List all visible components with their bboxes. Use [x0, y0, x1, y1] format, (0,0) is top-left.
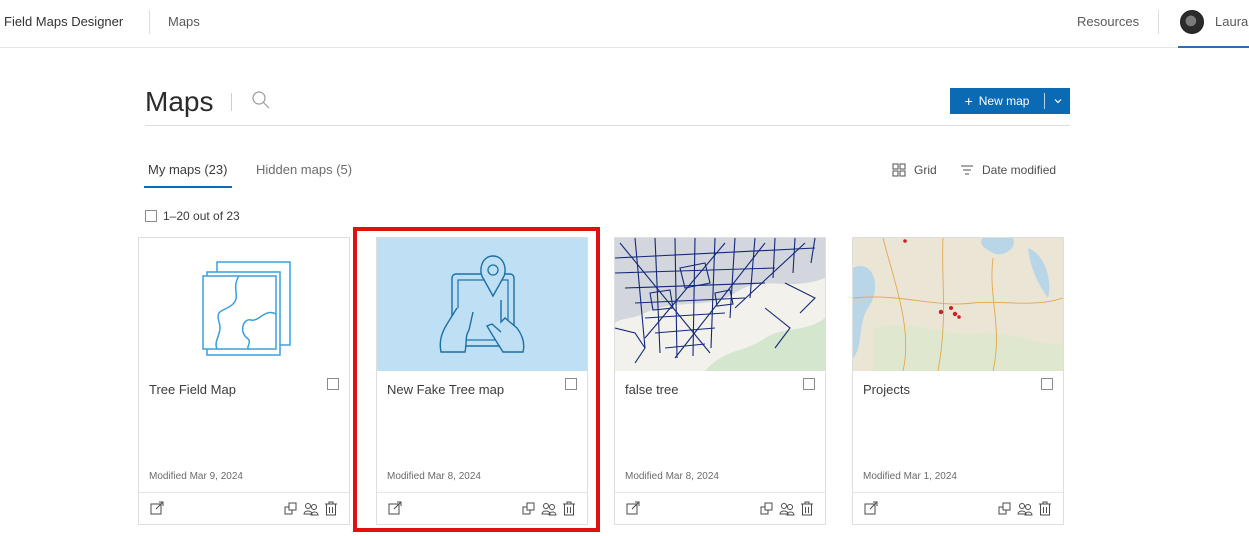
sort-dropdown[interactable]: Date modified	[960, 163, 1056, 177]
basemap-with-points	[853, 238, 1063, 371]
open-external-icon[interactable]	[863, 501, 879, 517]
chevron-down-icon	[1054, 99, 1061, 104]
card-modified-date: Modified Mar 8, 2024	[625, 471, 719, 482]
sort-label: Date modified	[982, 163, 1057, 177]
card-checkbox[interactable]	[803, 378, 815, 390]
title-divider	[231, 93, 232, 111]
card-modified-date: Modified Mar 9, 2024	[149, 471, 243, 482]
street-network-map	[615, 238, 825, 371]
map-layers-icon	[202, 261, 291, 356]
card-checkbox[interactable]	[327, 378, 339, 390]
share-users-icon[interactable]	[541, 501, 557, 517]
user-menu[interactable]: Laura	[1178, 0, 1249, 48]
header-divider	[145, 125, 1070, 126]
select-all-checkbox[interactable]	[145, 210, 157, 222]
map-thumbnail[interactable]	[377, 238, 587, 371]
item-count-label: 1–20 out of 23	[163, 209, 240, 223]
share-users-icon[interactable]	[303, 501, 319, 517]
card-title[interactable]: New Fake Tree map	[387, 382, 504, 397]
map-thumbnail[interactable]	[615, 238, 825, 371]
share-users-icon[interactable]	[1017, 501, 1033, 517]
new-map-button[interactable]: + New map	[950, 88, 1044, 114]
map-card[interactable]: Projects Modified Mar 1, 2024	[852, 237, 1064, 525]
card-modified-date: Modified Mar 8, 2024	[387, 471, 481, 482]
open-external-icon[interactable]	[149, 501, 165, 517]
map-card[interactable]: false tree Modified Mar 8, 2024	[614, 237, 826, 525]
app-title[interactable]: Field Maps Designer	[4, 14, 123, 29]
card-actions	[853, 492, 1063, 525]
new-map-label: New map	[978, 94, 1030, 108]
duplicate-icon[interactable]	[283, 501, 299, 517]
map-card[interactable]: New Fake Tree map Modified Mar 8, 2024	[376, 237, 588, 525]
map-thumbnail[interactable]	[853, 238, 1063, 371]
open-external-icon[interactable]	[387, 501, 403, 517]
grid-label: Grid	[914, 163, 937, 177]
trash-icon[interactable]	[799, 501, 815, 517]
open-external-icon[interactable]	[625, 501, 641, 517]
map-thumbnail[interactable]	[139, 238, 349, 371]
map-card[interactable]: Tree Field Map Modified Mar 9, 2024	[138, 237, 350, 525]
page-title: Maps	[145, 86, 214, 117]
tab-my-maps[interactable]: My maps (23)	[144, 162, 232, 188]
duplicate-icon[interactable]	[997, 501, 1013, 517]
select-all: 1–20 out of 23	[145, 209, 240, 223]
nav-divider	[1158, 10, 1159, 34]
plus-icon: +	[964, 93, 973, 109]
nav-link-maps[interactable]: Maps	[168, 14, 200, 29]
share-users-icon[interactable]	[779, 501, 795, 517]
username: Laura	[1215, 14, 1249, 29]
card-actions	[377, 492, 587, 525]
trash-icon[interactable]	[323, 501, 339, 517]
card-actions	[615, 492, 825, 525]
duplicate-icon[interactable]	[759, 501, 775, 517]
search-button[interactable]	[249, 88, 273, 112]
card-title[interactable]: Tree Field Map	[149, 382, 236, 397]
card-checkbox[interactable]	[1041, 378, 1053, 390]
top-navigation-bar: Field Maps Designer Maps Resources Laura	[0, 0, 1249, 48]
sort-icon	[961, 165, 973, 175]
new-map-dropdown-button[interactable]	[1045, 88, 1070, 114]
tablet-location-icon	[439, 255, 525, 353]
grid-icon	[892, 163, 906, 177]
duplicate-icon[interactable]	[521, 501, 537, 517]
card-title[interactable]: Projects	[863, 382, 910, 397]
card-checkbox[interactable]	[565, 378, 577, 390]
card-title[interactable]: false tree	[625, 382, 678, 397]
card-actions	[139, 492, 349, 525]
search-icon	[252, 91, 270, 109]
tab-hidden-maps[interactable]: Hidden maps (5)	[256, 162, 352, 188]
card-modified-date: Modified Mar 1, 2024	[863, 471, 957, 482]
new-map-split-button: + New map	[950, 88, 1070, 114]
resources-link[interactable]: Resources	[1077, 14, 1139, 29]
nav-divider	[149, 10, 150, 34]
trash-icon[interactable]	[561, 501, 577, 517]
grid-view-toggle[interactable]: Grid	[892, 163, 937, 177]
avatar	[1180, 10, 1204, 34]
trash-icon[interactable]	[1037, 501, 1053, 517]
